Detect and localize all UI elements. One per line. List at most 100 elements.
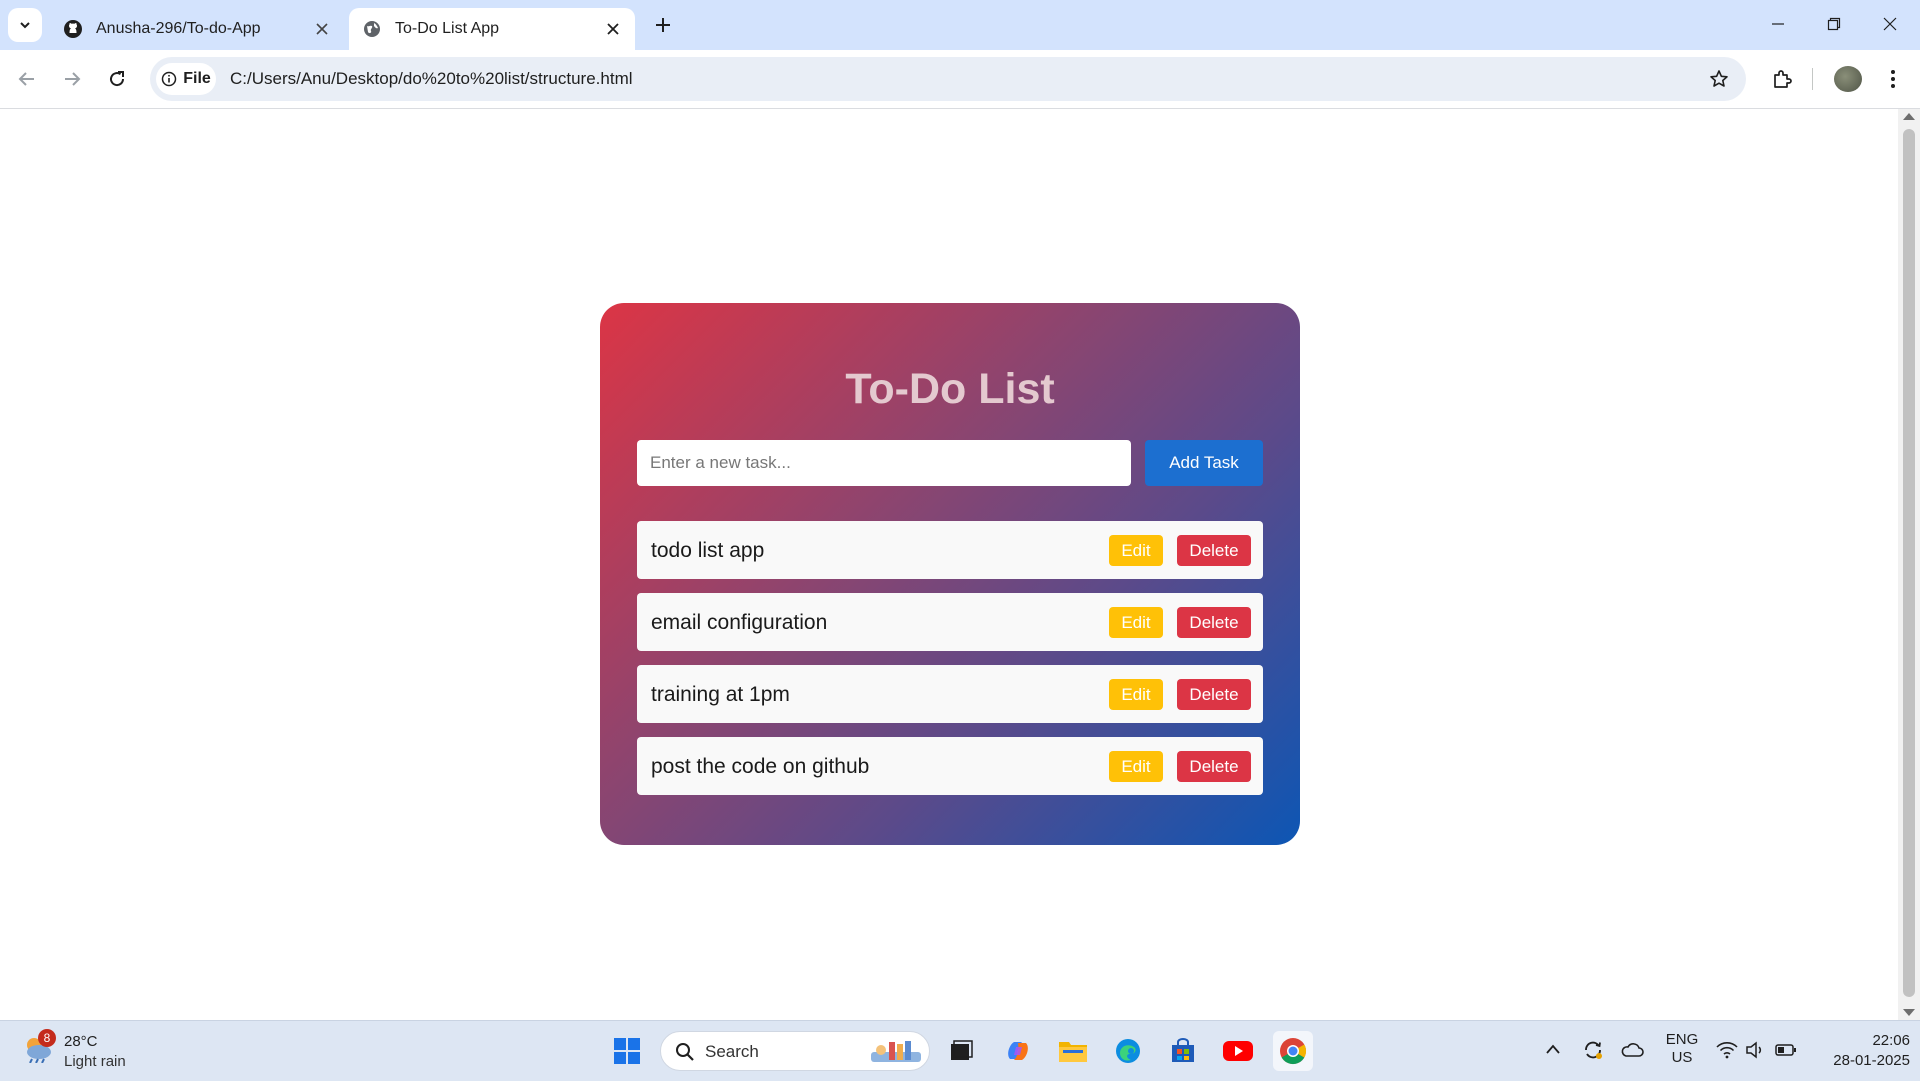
- task-text: training at 1pm: [651, 683, 790, 706]
- system-clock[interactable]: 22:06 28-01-2025: [1810, 1031, 1910, 1071]
- store-icon: [1172, 1038, 1194, 1062]
- search-icon: [676, 1043, 694, 1061]
- page-title: To-Do List: [845, 365, 1055, 413]
- tab-search-button[interactable]: [8, 8, 42, 42]
- globe-icon: [361, 18, 383, 40]
- battery-icon[interactable]: [1775, 1043, 1797, 1057]
- tab-strip: Anusha-296/To-do-App To-Do List App: [0, 0, 1920, 50]
- info-icon: [161, 71, 177, 87]
- edit-button[interactable]: Edit: [1109, 535, 1163, 566]
- edge-icon: [1116, 1039, 1140, 1063]
- windows-icon: [614, 1038, 640, 1064]
- window-close-button[interactable]: [1870, 8, 1910, 40]
- vertical-scrollbar[interactable]: [1898, 109, 1920, 1020]
- file-explorer-button[interactable]: [1053, 1031, 1093, 1071]
- delete-button[interactable]: Delete: [1177, 751, 1251, 782]
- clock-time: 22:06: [1872, 1032, 1910, 1049]
- task-text: post the code on github: [651, 755, 870, 778]
- edit-button[interactable]: Edit: [1109, 679, 1163, 710]
- url-text[interactable]: C:/Users/Anu/Desktop/do%20to%20list/stru…: [230, 69, 633, 89]
- more-vert-icon: [1891, 70, 1895, 88]
- restore-icon: [1827, 17, 1841, 31]
- page-viewport: To-Do List Add Task todo list app Edit D…: [0, 109, 1898, 1020]
- bookmark-button[interactable]: [1706, 66, 1732, 92]
- delete-button[interactable]: Delete: [1177, 535, 1251, 566]
- onedrive-cloud-icon[interactable]: [1620, 1041, 1644, 1059]
- minimize-button[interactable]: [1758, 8, 1798, 40]
- arrow-left-icon: [18, 72, 34, 86]
- scroll-up-arrow-icon[interactable]: [1903, 113, 1915, 120]
- windows-taskbar: 8 28°C Light rain Search ENG US 22:06 28…: [0, 1020, 1920, 1081]
- close-icon[interactable]: [310, 17, 334, 41]
- reload-icon: [110, 71, 125, 87]
- store-button[interactable]: [1163, 1031, 1203, 1071]
- chrome-button[interactable]: [1273, 1031, 1313, 1071]
- task-view-button[interactable]: [941, 1031, 981, 1071]
- task-text: todo list app: [651, 539, 765, 562]
- plus-icon: [656, 18, 670, 32]
- youtube-icon: [1223, 1041, 1253, 1061]
- tab-title: Anusha-296/To-do-App: [96, 20, 261, 37]
- volume-icon[interactable]: [1745, 1041, 1765, 1059]
- task-item: post the code on github Edit Delete: [637, 737, 1263, 795]
- search-label: Search: [705, 1042, 759, 1061]
- task-item: email configuration Edit Delete: [637, 593, 1263, 651]
- tab-todo-app[interactable]: To-Do List App: [349, 8, 635, 50]
- chevron-up-icon[interactable]: [1545, 1043, 1561, 1055]
- tab-github[interactable]: Anusha-296/To-do-App: [50, 8, 344, 50]
- taskbar-search[interactable]: Search: [660, 1031, 930, 1071]
- minimize-icon: [1772, 23, 1784, 25]
- edge-button[interactable]: [1108, 1031, 1148, 1071]
- start-button[interactable]: [607, 1031, 647, 1071]
- menu-button[interactable]: [1876, 62, 1910, 96]
- chrome-icon: [1280, 1038, 1307, 1065]
- scroll-thumb[interactable]: [1903, 129, 1915, 997]
- copilot-icon: [1008, 1042, 1028, 1060]
- task-text: email configuration: [651, 611, 828, 634]
- weather-widget[interactable]: 8 28°C Light rain: [22, 1029, 152, 1073]
- chip-label: File: [183, 70, 211, 87]
- language-line1: ENG: [1665, 1031, 1699, 1048]
- delete-button[interactable]: Delete: [1177, 679, 1251, 710]
- sync-icon[interactable]: [1582, 1039, 1604, 1061]
- task-item: training at 1pm Edit Delete: [637, 665, 1263, 723]
- edit-button[interactable]: Edit: [1109, 607, 1163, 638]
- browser-toolbar: File C:/Users/Anu/Desktop/do%20to%20list…: [0, 50, 1920, 109]
- delete-button[interactable]: Delete: [1177, 607, 1251, 638]
- arrow-right-icon: [65, 72, 81, 86]
- site-info-chip[interactable]: File: [156, 63, 216, 95]
- profile-avatar[interactable]: [1834, 66, 1862, 92]
- forward-button[interactable]: [55, 62, 89, 96]
- new-tab-button[interactable]: [650, 12, 676, 38]
- language-indicator[interactable]: ENG US: [1665, 1031, 1699, 1067]
- toolbar-divider: [1812, 68, 1813, 90]
- chevron-down-icon: [20, 22, 30, 29]
- youtube-button[interactable]: [1218, 1031, 1258, 1071]
- add-task-button[interactable]: Add Task: [1145, 440, 1263, 486]
- task-item: todo list app Edit Delete: [637, 521, 1263, 579]
- restore-button[interactable]: [1814, 8, 1854, 40]
- extensions-button[interactable]: [1765, 62, 1799, 96]
- copilot-button[interactable]: [998, 1031, 1038, 1071]
- weather-temp: 28°C: [64, 1033, 98, 1050]
- task-view-icon: [951, 1040, 973, 1060]
- reload-button[interactable]: [100, 62, 134, 96]
- task-input[interactable]: [637, 440, 1131, 486]
- search-highlight-icon: [871, 1041, 921, 1062]
- edit-button[interactable]: Edit: [1109, 751, 1163, 782]
- todo-card: To-Do List Add Task todo list app Edit D…: [600, 303, 1300, 845]
- close-icon[interactable]: [601, 17, 625, 41]
- weather-condition: Light rain: [64, 1053, 126, 1070]
- weather-badge: 8: [38, 1029, 56, 1047]
- clock-date: 28-01-2025: [1833, 1052, 1910, 1069]
- address-bar[interactable]: File C:/Users/Anu/Desktop/do%20to%20list…: [150, 57, 1746, 101]
- language-line2: US: [1671, 1049, 1693, 1066]
- back-button[interactable]: [10, 62, 44, 96]
- tab-title: To-Do List App: [395, 20, 500, 37]
- folder-icon: [1059, 1042, 1087, 1062]
- puzzle-icon: [1774, 70, 1792, 88]
- wifi-icon[interactable]: [1716, 1041, 1738, 1059]
- scroll-down-arrow-icon[interactable]: [1903, 1009, 1915, 1016]
- close-icon: [1883, 17, 1897, 31]
- star-icon: [1710, 70, 1728, 87]
